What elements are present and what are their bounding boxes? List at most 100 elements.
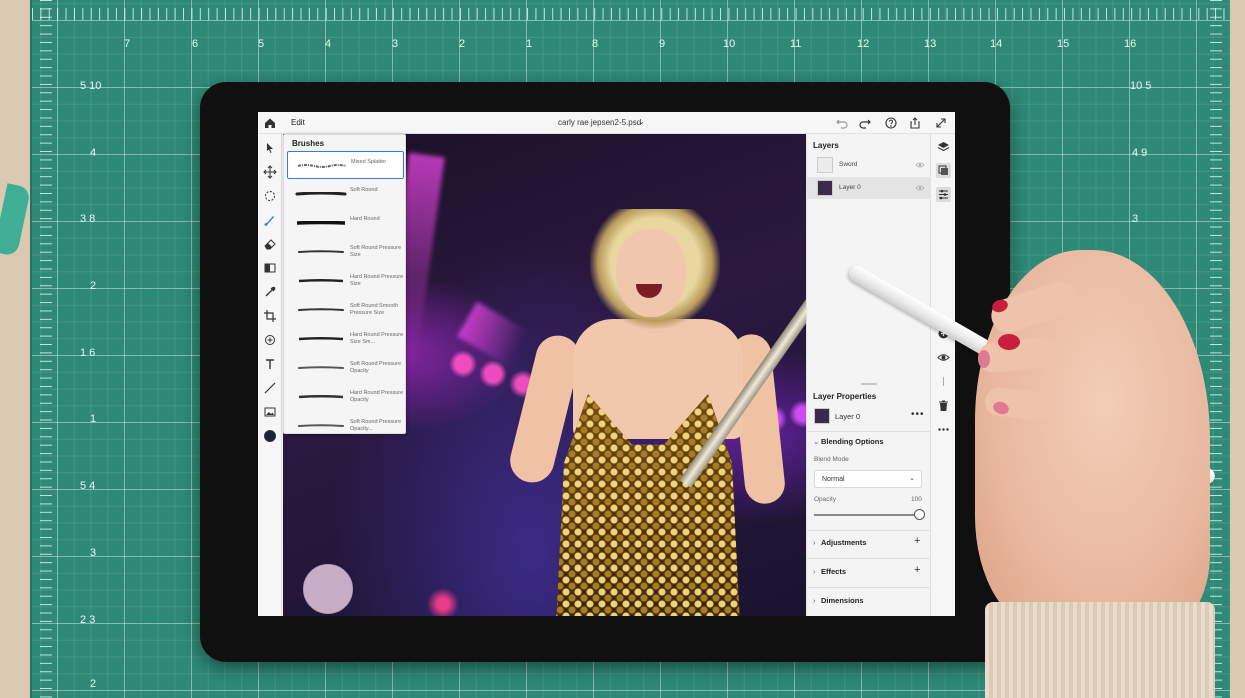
dimensions-header[interactable]: › Dimensions: [813, 596, 864, 605]
mat-number: 4: [325, 38, 332, 50]
effects-header[interactable]: › Effects: [813, 567, 846, 576]
brush-item[interactable]: Soft Round Pressure Opacity: [287, 354, 404, 382]
divider: [807, 587, 931, 588]
lasso-tool-icon[interactable]: [262, 188, 278, 204]
mat-number: 12: [857, 38, 870, 50]
brush-item[interactable]: Soft Round Pressure Size: [287, 238, 404, 266]
adjust-sliders-icon[interactable]: [936, 187, 951, 202]
more-icon[interactable]: [936, 422, 951, 437]
mat-number: 3: [392, 38, 399, 50]
layer-row[interactable]: Sword: [807, 154, 931, 176]
mat-left-ruler: [40, 0, 70, 698]
mat-number: 1 6: [80, 347, 96, 359]
line-tool-icon[interactable]: [262, 380, 278, 396]
select-tool-icon[interactable]: [262, 140, 278, 156]
divider: [807, 558, 931, 559]
stage-light-beam: [457, 301, 529, 367]
mat-number: 3: [1132, 213, 1139, 225]
brush-item[interactable]: Hard Round Pressure Size: [287, 267, 404, 295]
sweater-sleeve: [985, 602, 1215, 698]
edit-menu[interactable]: Edit: [291, 118, 305, 127]
section-title: Effects: [821, 567, 847, 576]
brush-stroke-preview: [298, 424, 344, 427]
brush-item[interactable]: Soft Round Smooth Pressure Size: [287, 296, 404, 324]
mat-number: 7: [124, 38, 131, 50]
tool-bar: [258, 134, 282, 616]
share-icon[interactable]: [908, 116, 922, 130]
opacity-slider-handle[interactable]: [914, 509, 925, 520]
crop-tool-icon[interactable]: [262, 308, 278, 324]
panel-drag-handle[interactable]: [861, 383, 877, 385]
adjustments-header[interactable]: › Adjustments: [813, 538, 866, 547]
opacity-label: Opacity: [814, 496, 837, 503]
brush-stroke-preview: [298, 250, 344, 253]
move-tool-icon[interactable]: [262, 164, 278, 180]
fill-tool-icon[interactable]: [262, 260, 278, 276]
blending-options-header[interactable]: ⌄ Blending Options: [813, 437, 884, 446]
mat-number: 2: [90, 280, 97, 292]
mat-number: 11: [790, 38, 802, 50]
mat-number: 5: [258, 38, 265, 50]
layer-row[interactable]: Layer 0: [807, 177, 931, 199]
visibility-eye-icon[interactable]: [915, 184, 925, 192]
brush-item[interactable]: Soft Round: [287, 180, 404, 208]
brush-item[interactable]: Hard Round Pressure Size Sm...: [287, 325, 404, 353]
mask-icon[interactable]: [936, 374, 951, 389]
more-options-button[interactable]: •••: [911, 409, 925, 420]
opacity-slider-track[interactable]: [814, 514, 920, 516]
brush-name: Mixed Splatter: [351, 159, 387, 165]
home-icon[interactable]: [263, 116, 277, 130]
help-icon[interactable]: [884, 116, 898, 130]
fingernail: [978, 350, 990, 368]
mat-number: 10 5: [1130, 80, 1152, 92]
fingernail: [998, 334, 1020, 350]
layers-icon[interactable]: [936, 139, 951, 154]
chevron-down-icon: ⌄: [813, 437, 820, 446]
mat-number: 14: [990, 38, 1003, 50]
brush-stroke-preview: [298, 337, 344, 341]
healing-tool-icon[interactable]: [262, 332, 278, 348]
trash-icon[interactable]: [936, 398, 951, 413]
chevron-down-icon: ⌄: [909, 475, 915, 482]
brush-item[interactable]: Hard Round Pressure Opacity: [287, 383, 404, 411]
brush-item[interactable]: Soft Round Pressure Opacity...: [287, 412, 404, 434]
blend-mode-dropdown[interactable]: Normal ⌄: [814, 470, 922, 488]
undo-icon[interactable]: [835, 116, 849, 130]
layer-visibility-icon[interactable]: [936, 350, 951, 365]
selected-layer-name: Layer 0: [835, 412, 861, 421]
section-title: Blending Options: [821, 437, 884, 446]
eyedropper-tool-icon[interactable]: [262, 284, 278, 300]
color-swatch-icon[interactable]: [262, 428, 278, 444]
fullscreen-icon[interactable]: [934, 116, 948, 130]
place-image-icon[interactable]: [262, 404, 278, 420]
eraser-tool-icon[interactable]: [262, 236, 278, 252]
mat-number: 9: [659, 38, 666, 50]
add-effect-icon[interactable]: +: [914, 564, 920, 576]
visibility-eye-icon[interactable]: [915, 161, 925, 169]
brush-stroke-preview: [297, 164, 347, 168]
brush-name: Soft Round Pressure Opacity: [350, 361, 402, 374]
add-adjustment-icon[interactable]: +: [914, 535, 920, 547]
mat-number: 1: [526, 38, 533, 50]
color-puck[interactable]: [303, 564, 353, 614]
mat-number: 2: [90, 678, 97, 690]
mat-number: 6: [192, 38, 199, 50]
layer-thumbnail: [817, 157, 833, 173]
chevron-down-icon[interactable]: ⌄: [638, 117, 645, 126]
mat-number: 4 9: [1132, 147, 1148, 159]
mat-number: 16: [1124, 38, 1137, 50]
redo-icon[interactable]: [858, 116, 872, 130]
section-title: Dimensions: [821, 596, 864, 605]
layer-properties-icon[interactable]: [936, 163, 951, 178]
type-tool-icon[interactable]: [262, 356, 278, 372]
brush-item[interactable]: Mixed Splatter: [287, 151, 404, 179]
document-title[interactable]: carly rae jepsen2-5.psd: [558, 118, 641, 127]
divider: [807, 530, 931, 531]
brush-stroke-preview: [298, 395, 344, 399]
mat-top-ruler: [32, 8, 1230, 38]
brush-item[interactable]: Hard Round: [287, 209, 404, 237]
brush-name: Hard Round Pressure Opacity: [350, 390, 404, 403]
brush-name: Soft Round Smooth Pressure Size: [350, 303, 399, 316]
brush-tool-icon[interactable]: [262, 212, 278, 228]
section-title: Adjustments: [821, 538, 867, 547]
